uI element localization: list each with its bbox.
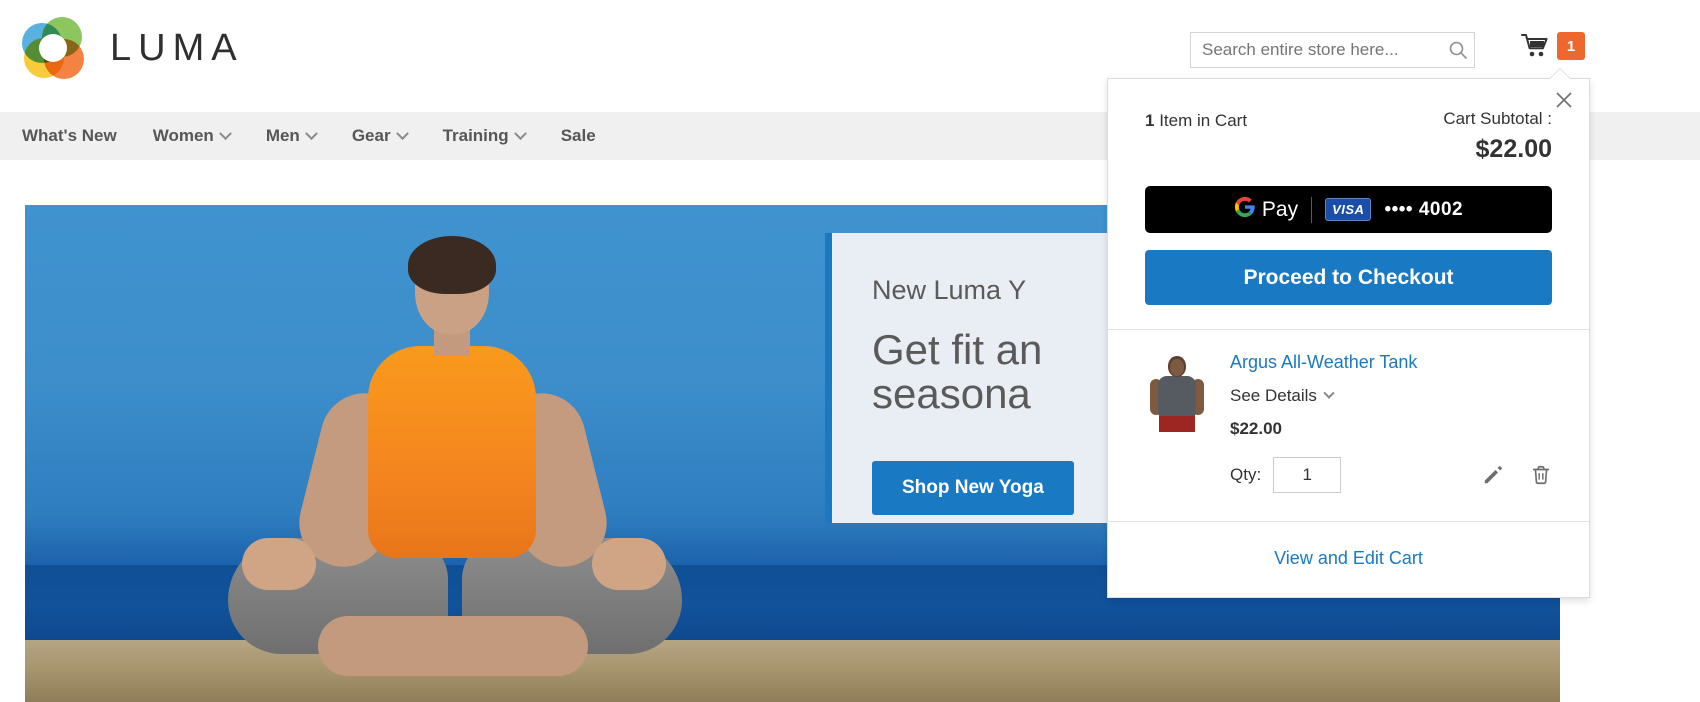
chevron-down-icon [1323,387,1335,399]
search-icon[interactable] [1448,40,1468,60]
quantity-input[interactable] [1273,457,1342,493]
luma-circles-logo-icon [22,17,84,79]
close-icon[interactable] [1551,87,1577,113]
trash-delete-icon[interactable] [1530,464,1552,486]
google-pay-text: Pay [1261,197,1299,221]
subtotal-label: Cart Subtotal : [1443,109,1552,128]
card-last-digits: •••• 4002 [1384,198,1464,220]
shop-new-yoga-button[interactable]: Shop New Yoga [872,461,1074,515]
nav-item-training[interactable]: Training [425,126,543,146]
brand-name: LUMA [110,26,244,69]
product-actions [1482,464,1552,486]
search-box[interactable] [1190,32,1475,68]
nav-label: What's New [22,126,117,145]
nav-item-sale[interactable]: Sale [543,126,614,146]
minicart-footer: View and Edit Cart [1108,521,1589,597]
hero-model-image [200,236,800,702]
chevron-down-icon [218,126,232,140]
nav-item-women[interactable]: Women [135,126,248,146]
search-input[interactable] [1202,40,1448,60]
cart-badge-count: 1 [1557,32,1585,60]
google-g-icon [1234,196,1256,224]
nav-item-gear[interactable]: Gear [334,126,425,146]
product-thumbnail[interactable] [1145,352,1208,432]
chevron-down-icon [513,126,527,140]
hero-title: Get fit an seasona [872,326,1043,418]
google-pay-button[interactable]: Pay VISA •••• 4002 [1145,186,1552,233]
nav-label: Sale [560,126,596,145]
minicart-summary: 1 Item in Cart Cart Subtotal : $22.00 [1108,79,1589,164]
site-logo[interactable]: LUMA [22,17,244,79]
chevron-down-icon [395,126,409,140]
product-price: $22.00 [1230,419,1282,438]
product-details: Argus All-Weather Tank See Details $22.0… [1230,352,1552,493]
pencil-edit-icon[interactable] [1482,464,1504,486]
nav-label: Women [152,126,214,145]
see-details-toggle[interactable]: See Details [1230,386,1552,406]
minicart-caret [1550,69,1570,79]
minicart-subtotal: Cart Subtotal : $22.00 [1443,109,1552,164]
google-pay-label: Pay [1234,196,1298,224]
visa-card-icon: VISA [1325,198,1372,221]
nav-label: Men [265,126,300,145]
luma-storefront-page: LUMA 1 [0,0,1700,702]
shopping-cart-icon[interactable] [1521,33,1551,59]
minicart-dropdown: 1 Item in Cart Cart Subtotal : $22.00 Pa… [1107,78,1590,598]
minicart-item-count: 1 Item in Cart [1145,109,1247,131]
chevron-down-icon [304,126,318,140]
nav-item-whats-new[interactable]: What's New [4,126,135,146]
minicart-actions: Pay VISA •••• 4002 Proceed to Checkout [1108,164,1589,329]
subtotal-value: $22.00 [1475,135,1552,163]
minicart-product-row: Argus All-Weather Tank See Details $22.0… [1108,329,1589,521]
nav-label: Gear [351,126,391,145]
product-name-link[interactable]: Argus All-Weather Tank [1230,352,1552,373]
see-details-label: See Details [1230,386,1317,405]
gpay-divider [1311,196,1313,223]
proceed-to-checkout-button[interactable]: Proceed to Checkout [1145,250,1552,305]
minicart-item-count-text: Item in Cart [1154,111,1248,130]
view-and-edit-cart-link[interactable]: View and Edit Cart [1274,548,1423,568]
quantity-row: Qty: [1230,457,1552,493]
hero-eyebrow: New Luma Y [872,275,1027,305]
quantity-label: Qty: [1230,465,1262,484]
nav-item-men[interactable]: Men [248,126,334,146]
nav-label: Training [442,126,509,145]
cart-button[interactable]: 1 [1521,32,1585,60]
